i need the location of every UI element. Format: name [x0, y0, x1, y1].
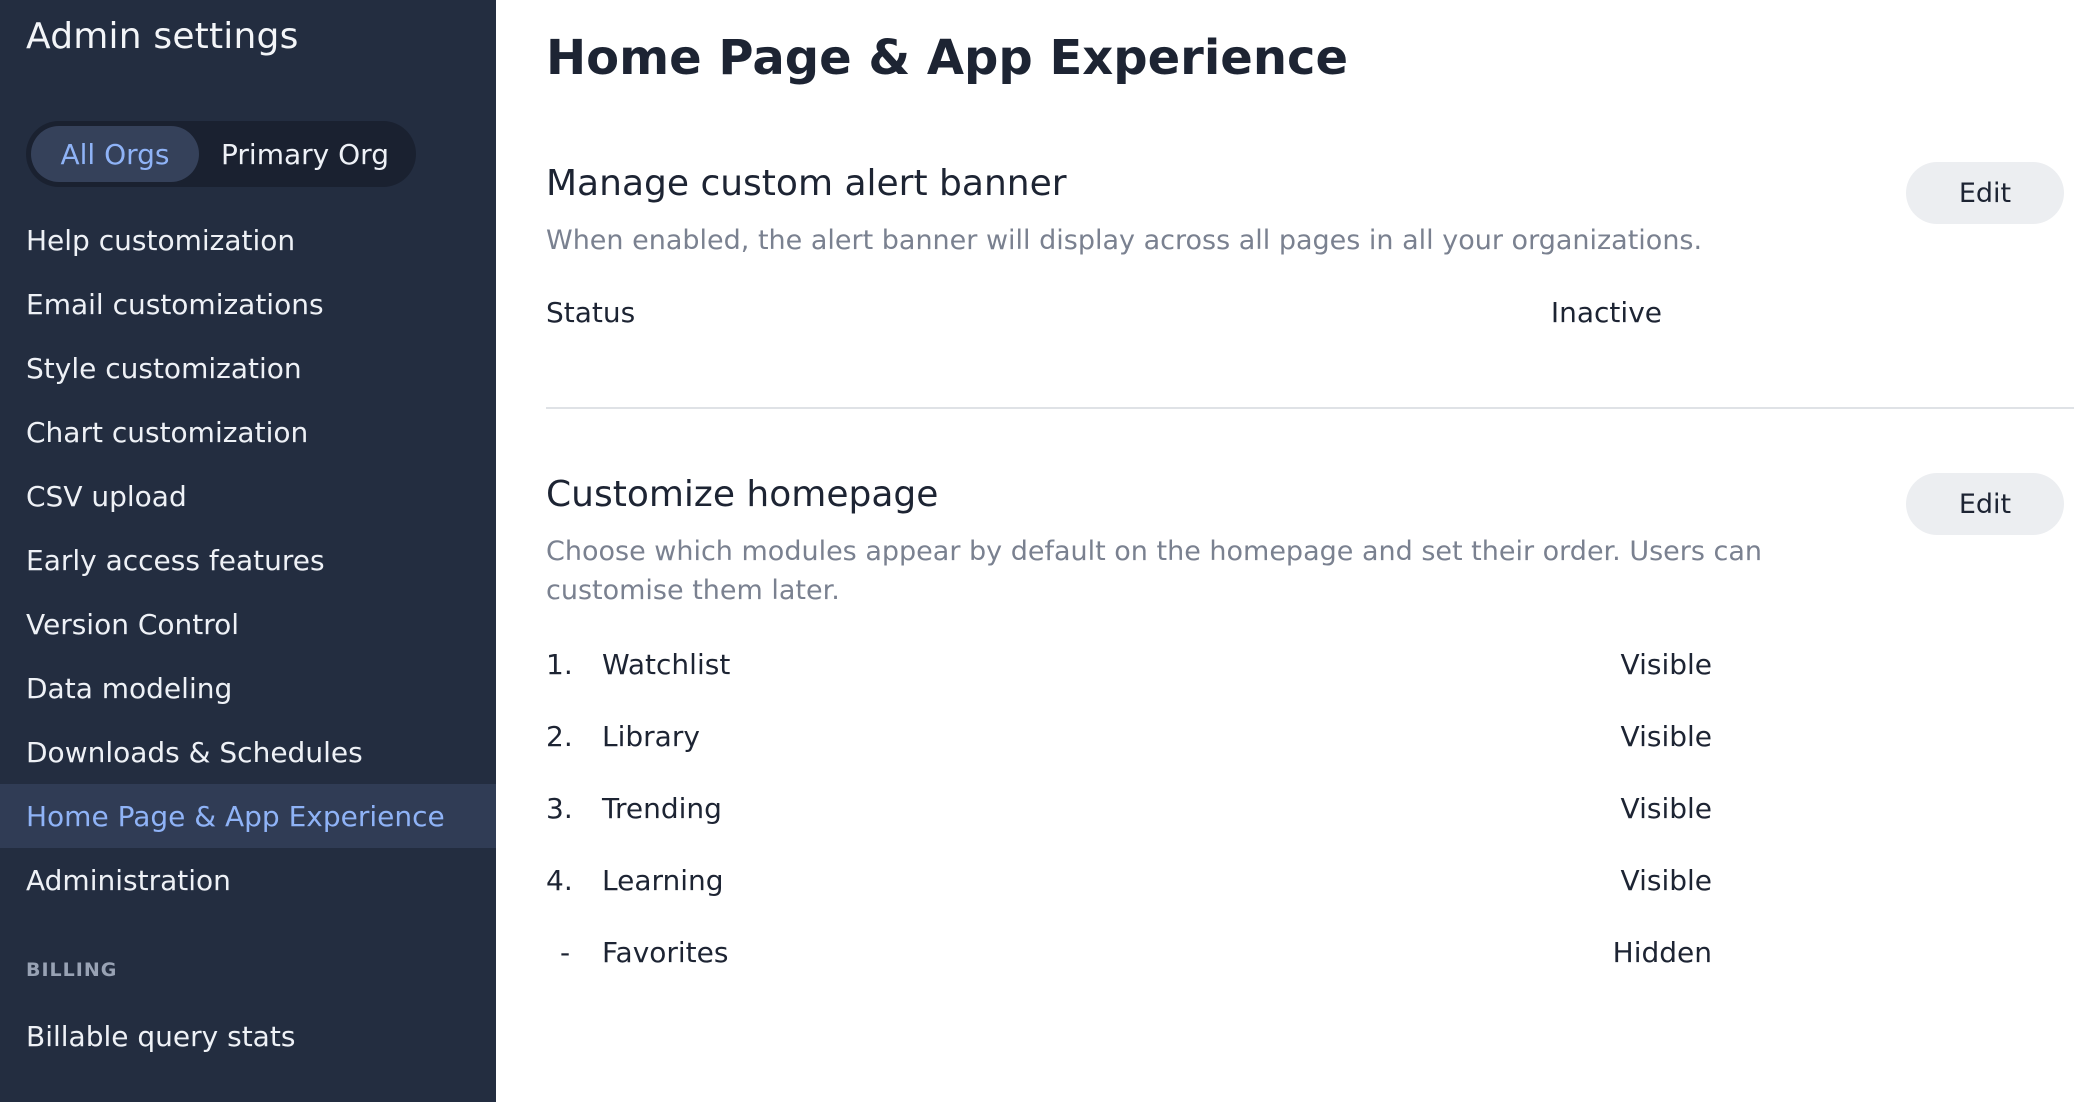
sidebar-item-data-modeling[interactable]: Data modeling [0, 656, 496, 720]
module-index: 3. [546, 791, 573, 825]
org-toggle: All Orgs Primary Org [26, 121, 416, 187]
module-row-watchlist: 1. Watchlist Visible [546, 644, 1712, 684]
module-visibility: Visible [1620, 647, 1712, 681]
module-name: Trending [602, 791, 722, 825]
module-index: - [560, 935, 571, 969]
module-index: 1. [546, 647, 573, 681]
module-visibility: Visible [1620, 791, 1712, 825]
module-row-library: 2. Library Visible [546, 716, 1712, 756]
sidebar-item-downloads-schedules[interactable]: Downloads & Schedules [0, 720, 496, 784]
module-visibility: Hidden [1612, 935, 1712, 969]
main-content: Home Page & App Experience Manage custom… [496, 0, 2074, 1102]
module-name: Watchlist [602, 647, 731, 681]
module-name: Favorites [602, 935, 729, 969]
billing-section-header: BILLING [26, 959, 118, 981]
all-orgs-toggle[interactable]: All Orgs [31, 126, 199, 182]
sidebar-item-style-customization[interactable]: Style customization [0, 336, 496, 400]
sidebar-item-home-page-app-experience[interactable]: Home Page & App Experience [0, 784, 496, 848]
module-index: 4. [546, 863, 573, 897]
sidebar-title: Admin settings [26, 16, 299, 57]
module-row-favorites: - Favorites Hidden [546, 932, 1712, 972]
status-label: Status [546, 296, 636, 329]
section-divider [546, 407, 2074, 409]
sidebar-item-administration[interactable]: Administration [0, 848, 496, 912]
sidebar-item-help-customization[interactable]: Help customization [0, 208, 496, 272]
sidebar-nav: Help customization Email customizations … [0, 208, 496, 912]
app-root: Admin settings All Orgs Primary Org Help… [0, 0, 2074, 1102]
alert-banner-description: When enabled, the alert banner will disp… [546, 225, 1703, 256]
sidebar-item-early-access-features[interactable]: Early access features [0, 528, 496, 592]
primary-org-toggle[interactable]: Primary Org [199, 126, 411, 182]
sidebar-item-chart-customization[interactable]: Chart customization [0, 400, 496, 464]
module-name: Library [602, 719, 700, 753]
sidebar-item-csv-upload[interactable]: CSV upload [0, 464, 496, 528]
module-visibility: Visible [1620, 863, 1712, 897]
sidebar-item-version-control[interactable]: Version Control [0, 592, 496, 656]
billing-nav: Billable query stats [0, 1004, 496, 1068]
module-name: Learning [602, 863, 724, 897]
sidebar-item-billable-query-stats[interactable]: Billable query stats [0, 1004, 496, 1068]
module-row-trending: 3. Trending Visible [546, 788, 1712, 828]
sidebar: Admin settings All Orgs Primary Org Help… [0, 0, 496, 1102]
homepage-section-title: Customize homepage [546, 474, 939, 515]
page-title: Home Page & App Experience [546, 30, 1349, 86]
sidebar-item-email-customizations[interactable]: Email customizations [0, 272, 496, 336]
module-index: 2. [546, 719, 573, 753]
homepage-edit-button[interactable]: Edit [1906, 473, 2064, 535]
module-visibility: Visible [1620, 719, 1712, 753]
alert-banner-title: Manage custom alert banner [546, 163, 1067, 204]
module-row-learning: 4. Learning Visible [546, 860, 1712, 900]
alert-banner-edit-button[interactable]: Edit [1906, 162, 2064, 224]
homepage-description: Choose which modules appear by default o… [546, 536, 1763, 606]
status-value: Inactive [1550, 296, 1662, 329]
